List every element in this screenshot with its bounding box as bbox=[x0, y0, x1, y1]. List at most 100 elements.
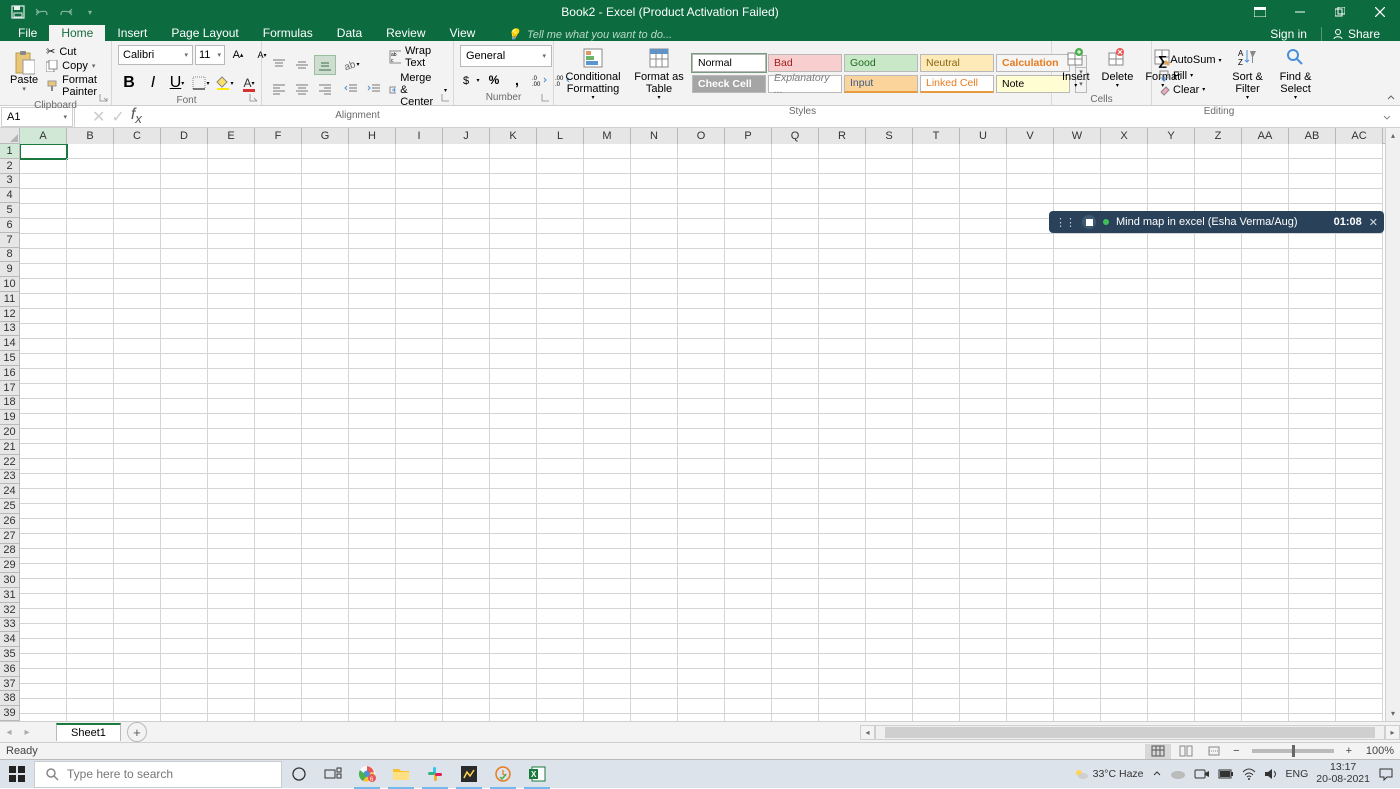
cell[interactable] bbox=[20, 474, 67, 489]
cell[interactable] bbox=[67, 639, 114, 654]
cell[interactable] bbox=[396, 144, 443, 159]
cell[interactable] bbox=[67, 564, 114, 579]
cell[interactable] bbox=[725, 549, 772, 564]
cell[interactable] bbox=[1007, 384, 1054, 399]
cell[interactable] bbox=[443, 159, 490, 174]
row-header[interactable]: 3 bbox=[0, 174, 20, 189]
cell[interactable] bbox=[67, 399, 114, 414]
vertical-scrollbar[interactable]: ▴ ▾ bbox=[1385, 128, 1400, 721]
wrap-text-button[interactable]: abcWrap Text bbox=[389, 45, 447, 69]
cell[interactable] bbox=[255, 444, 302, 459]
cell[interactable] bbox=[114, 564, 161, 579]
cell[interactable] bbox=[1242, 669, 1289, 684]
row-header[interactable]: 5 bbox=[0, 203, 20, 218]
cell[interactable] bbox=[678, 594, 725, 609]
cell[interactable] bbox=[349, 429, 396, 444]
cell[interactable] bbox=[631, 309, 678, 324]
cell[interactable] bbox=[1289, 609, 1336, 624]
cell[interactable] bbox=[819, 294, 866, 309]
cell[interactable] bbox=[1242, 684, 1289, 699]
cell[interactable] bbox=[67, 219, 114, 234]
cell[interactable] bbox=[302, 444, 349, 459]
cell[interactable] bbox=[1242, 609, 1289, 624]
cell[interactable] bbox=[349, 549, 396, 564]
cell[interactable] bbox=[443, 234, 490, 249]
cell[interactable] bbox=[208, 234, 255, 249]
cell[interactable] bbox=[1195, 474, 1242, 489]
cell[interactable] bbox=[161, 429, 208, 444]
cell[interactable] bbox=[1054, 189, 1101, 204]
expand-formula-bar-icon[interactable] bbox=[1382, 112, 1400, 122]
cell[interactable] bbox=[772, 174, 819, 189]
cell[interactable] bbox=[631, 429, 678, 444]
cell[interactable] bbox=[443, 624, 490, 639]
excel-icon[interactable]: X bbox=[520, 760, 554, 789]
cell[interactable] bbox=[1148, 669, 1195, 684]
cell[interactable] bbox=[490, 189, 537, 204]
cell[interactable] bbox=[20, 534, 67, 549]
cell[interactable] bbox=[20, 279, 67, 294]
qat-customize-icon[interactable]: ▾ bbox=[80, 2, 100, 22]
row-header[interactable]: 9 bbox=[0, 262, 20, 277]
cell[interactable] bbox=[161, 369, 208, 384]
cell[interactable] bbox=[1242, 519, 1289, 534]
cell[interactable] bbox=[114, 399, 161, 414]
cell[interactable] bbox=[1289, 159, 1336, 174]
cell[interactable] bbox=[161, 684, 208, 699]
cell[interactable] bbox=[1007, 669, 1054, 684]
cell[interactable] bbox=[67, 474, 114, 489]
cell[interactable] bbox=[725, 249, 772, 264]
cell[interactable] bbox=[1289, 144, 1336, 159]
cell[interactable] bbox=[1148, 579, 1195, 594]
cell[interactable] bbox=[1336, 264, 1383, 279]
cell[interactable] bbox=[1054, 279, 1101, 294]
row-header[interactable]: 13 bbox=[0, 322, 20, 337]
italic-button[interactable]: I bbox=[142, 73, 164, 93]
cell[interactable] bbox=[396, 354, 443, 369]
cell[interactable] bbox=[1336, 459, 1383, 474]
file-explorer-icon[interactable] bbox=[384, 760, 418, 789]
cell[interactable] bbox=[678, 354, 725, 369]
column-header[interactable]: G bbox=[302, 128, 349, 144]
cell[interactable] bbox=[255, 219, 302, 234]
cell[interactable] bbox=[161, 714, 208, 721]
column-header[interactable]: I bbox=[396, 128, 443, 144]
row-header[interactable]: 19 bbox=[0, 410, 20, 425]
cell[interactable] bbox=[866, 459, 913, 474]
cell[interactable] bbox=[490, 594, 537, 609]
slack-icon[interactable] bbox=[418, 760, 452, 789]
cell[interactable] bbox=[537, 669, 584, 684]
cell[interactable] bbox=[1148, 234, 1195, 249]
cell[interactable] bbox=[678, 414, 725, 429]
cell[interactable] bbox=[584, 369, 631, 384]
cell[interactable] bbox=[114, 459, 161, 474]
tab-formulas[interactable]: Formulas bbox=[251, 25, 325, 41]
cell[interactable] bbox=[631, 234, 678, 249]
cell[interactable] bbox=[1007, 204, 1054, 219]
cell[interactable] bbox=[67, 699, 114, 714]
sheet-tab-active[interactable]: Sheet1 bbox=[56, 723, 121, 741]
cell[interactable] bbox=[1101, 429, 1148, 444]
cell[interactable] bbox=[725, 354, 772, 369]
cell[interactable] bbox=[114, 384, 161, 399]
cell[interactable] bbox=[490, 354, 537, 369]
cell[interactable] bbox=[255, 714, 302, 721]
column-header[interactable]: C bbox=[114, 128, 161, 144]
cell[interactable] bbox=[396, 369, 443, 384]
cell[interactable] bbox=[114, 339, 161, 354]
cell[interactable] bbox=[1336, 399, 1383, 414]
cell[interactable] bbox=[678, 564, 725, 579]
cell[interactable] bbox=[913, 639, 960, 654]
cell[interactable] bbox=[20, 309, 67, 324]
cell[interactable] bbox=[1007, 654, 1054, 669]
cell[interactable] bbox=[1148, 249, 1195, 264]
cell[interactable] bbox=[208, 489, 255, 504]
cell[interactable] bbox=[725, 294, 772, 309]
cell[interactable] bbox=[490, 249, 537, 264]
cell[interactable] bbox=[866, 534, 913, 549]
cell[interactable] bbox=[67, 684, 114, 699]
cell[interactable] bbox=[1101, 294, 1148, 309]
cell[interactable] bbox=[537, 384, 584, 399]
cell[interactable] bbox=[1289, 474, 1336, 489]
cell[interactable] bbox=[20, 414, 67, 429]
